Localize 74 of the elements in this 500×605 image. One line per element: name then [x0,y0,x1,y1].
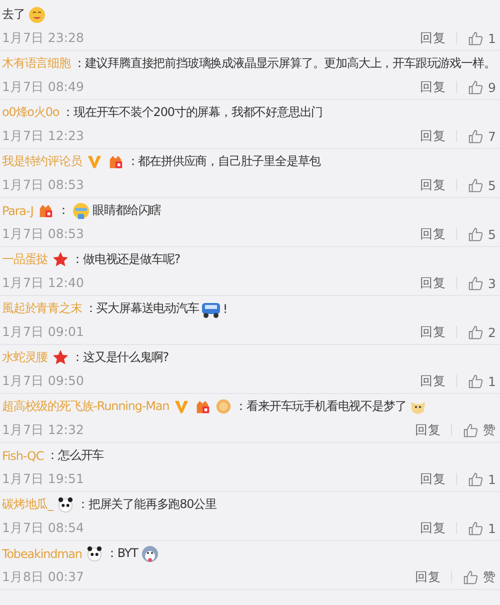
comment-time: 1月7日 08:53 [2,226,84,242]
reply-link[interactable]: 回复 [420,30,446,46]
comment-time: 1月7日 08:53 [2,176,84,194]
like-count: 2 [488,324,496,340]
comment-text: ! [222,302,228,316]
comment-time: 1月7日 09:01 [2,324,84,340]
comment-text: ：这又是什么鬼啊? [72,349,169,366]
like-count: 赞 [483,422,496,438]
dog-emoji-icon [140,544,159,562]
comment-time: 1月7日 08:49 [2,78,84,96]
reply-link[interactable]: 回复 [415,422,441,438]
like-count: 1 [488,520,496,536]
comment-text: ：看来开车玩手机看电视不是梦了 [235,398,406,415]
like-count: 1 [488,30,496,46]
reply-link[interactable]: 回复 [420,470,446,488]
comment-text: ：做电视还是做车呢? [72,251,180,268]
thumbs-up-icon[interactable] [468,178,484,192]
thumbs-up-icon[interactable] [468,374,484,388]
comment-time: 1月7日 12:32 [2,422,84,438]
crying-emoji-icon [72,202,90,220]
verified-icon [173,398,190,415]
star-icon [52,349,69,366]
thumbs-up-icon[interactable] [468,276,484,290]
comment-time: 1月7日 23:28 [2,30,84,46]
star-icon [52,251,69,268]
level-badge-icon [194,398,212,415]
thumbs-up-icon[interactable] [468,520,484,536]
like-count: 1 [488,374,496,388]
like-count: 9 [488,80,496,94]
comment-time: 1月7日 08:54 [2,520,84,536]
reply-link[interactable]: 回复 [420,176,446,194]
thumbs-up-icon[interactable] [468,324,484,340]
comment-text: 去了 [2,6,25,23]
comment-text: ：怎么开车 [46,447,104,464]
reply-link[interactable]: 回复 [420,274,446,292]
level-badge-icon [37,202,54,219]
thumbs-up-icon[interactable] [468,80,484,94]
comment-text: 眼睛都给闪瞎 [92,202,162,219]
like-count: 赞 [483,568,496,586]
comment-text: ：都在拼供应商，自己肚子里全是草包 [126,153,321,170]
thumbs-up-icon[interactable] [463,422,478,438]
reply-link[interactable]: 回复 [420,226,446,242]
reply-link[interactable]: 回复 [420,128,446,144]
comment-text: ：买大屏幕送电动汽车 [84,300,199,317]
comment-text: ：把屏关了能再多跑80公里 [77,496,216,513]
comment-time: 1月7日 12:40 [2,274,84,292]
comment-time: 1月8日 00:37 [2,568,84,586]
reply-link[interactable]: 回复 [420,520,446,536]
smiley-emoji-icon [28,6,46,24]
like-count: 1 [488,472,496,486]
comment-text: ：建议拜腾直接把前挡玻璃换成液晶显示屏算了。更加高大上，开车跟玩游戏一样。 [73,55,496,72]
comment-time: 1月7日 09:50 [2,372,84,390]
reply-link[interactable]: 回复 [420,324,446,340]
thumbs-up-icon[interactable] [468,226,484,242]
reply-link[interactable]: 回复 [420,372,446,390]
thumbs-up-icon[interactable] [468,128,484,144]
comment-text: ：现在开车不装个200寸的屏幕，我都不好意思出门 [62,104,323,121]
reply-link[interactable]: 回复 [420,78,446,96]
comment-text: ： [57,202,69,219]
reply-link[interactable]: 回复 [415,568,441,586]
panda-icon [57,496,74,513]
comment-time: 1月7日 19:51 [2,470,84,488]
thumbs-up-icon[interactable] [468,472,484,486]
panda-icon [86,545,103,562]
comment-text: ：BYT [106,545,138,562]
medal-icon [215,398,232,415]
like-count: 5 [488,178,496,192]
comment-time: 1月7日 12:23 [2,128,84,144]
verified-icon [86,153,103,170]
thumbs-up-icon[interactable] [463,570,478,584]
like-count: 7 [488,128,496,144]
thumbs-up-icon[interactable] [468,30,484,46]
like-count: 5 [488,226,496,242]
like-count: 3 [488,276,496,290]
